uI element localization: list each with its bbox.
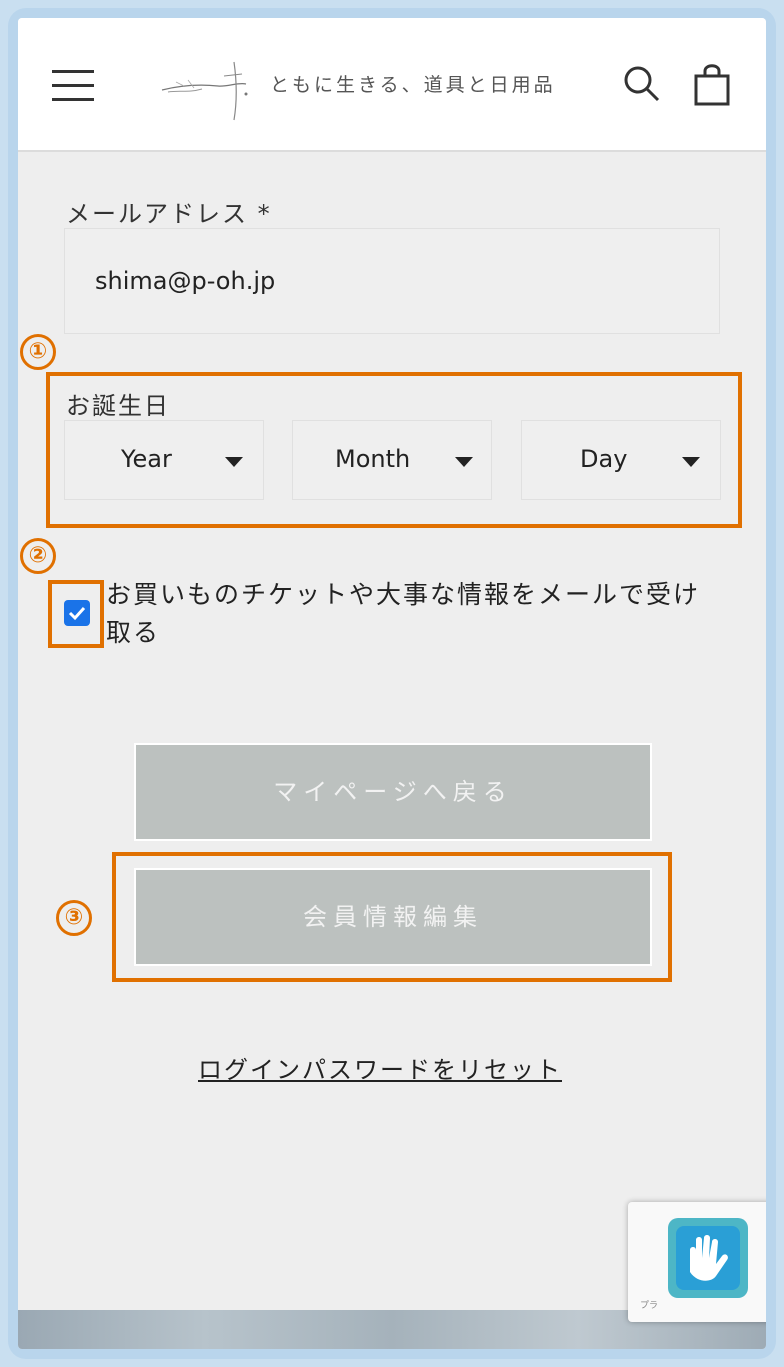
site-tagline: ともに生きる、道具と日用品 — [270, 74, 556, 96]
hamburger-menu-icon[interactable] — [52, 70, 94, 102]
annotation-marker-2: ② — [20, 538, 56, 574]
back-to-mypage-button[interactable]: マイページへ戻る — [134, 743, 652, 841]
edit-member-info-button[interactable]: 会員情報編集 — [134, 868, 652, 966]
brand-logo-icon[interactable] — [158, 46, 268, 126]
page-screen: ともに生きる、道具と日用品 メールアドレス * ① お誕生日 Year Mont… — [18, 18, 766, 1349]
recaptcha-text-fragment: プラ — [640, 1301, 659, 1311]
month-select-value: Month — [335, 445, 411, 473]
reset-password-link[interactable]: ログインパスワードをリセット — [198, 1050, 562, 1085]
shopping-bag-icon[interactable] — [692, 62, 732, 106]
day-select[interactable]: Day — [521, 420, 721, 500]
email-field[interactable] — [65, 229, 719, 333]
year-select-value: Year — [121, 445, 172, 473]
chevron-down-icon — [455, 457, 473, 467]
day-select-value: Day — [580, 445, 628, 473]
recaptcha-hand-icon — [668, 1218, 748, 1298]
site-header: ともに生きる、道具と日用品 — [18, 18, 766, 152]
annotation-marker-3: ③ — [56, 900, 92, 936]
birthday-label: お誕生日 — [66, 392, 170, 420]
checkmark-icon — [68, 606, 86, 621]
email-field-container — [64, 228, 720, 334]
recaptcha-badge[interactable]: プラ — [628, 1202, 766, 1322]
month-select[interactable]: Month — [292, 420, 492, 500]
chevron-down-icon — [682, 457, 700, 467]
newsletter-checkbox[interactable] — [64, 600, 90, 626]
email-label: メールアドレス * — [66, 200, 272, 228]
chevron-down-icon — [225, 457, 243, 467]
annotation-marker-1: ① — [20, 334, 56, 370]
year-select[interactable]: Year — [64, 420, 264, 500]
newsletter-label: お買いものチケットや大事な情報をメールで受け取る — [106, 580, 701, 647]
search-icon[interactable] — [622, 64, 662, 104]
